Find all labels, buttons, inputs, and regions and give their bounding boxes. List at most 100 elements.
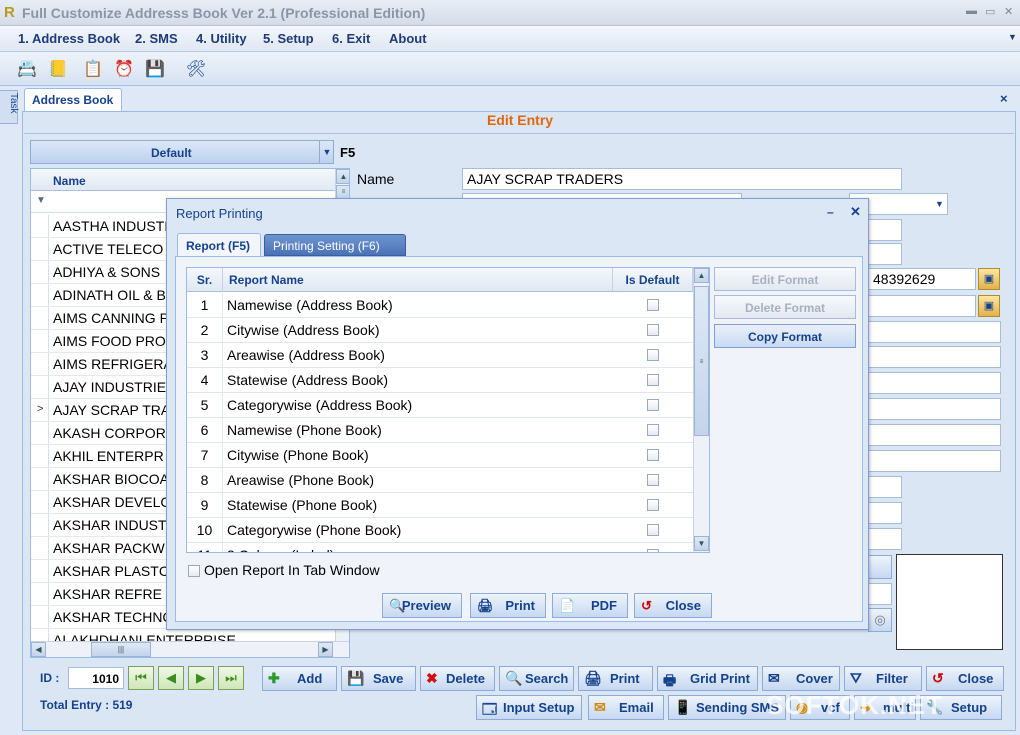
scroll-right-icon[interactable]: ▶ <box>318 642 333 657</box>
row-selector[interactable] <box>31 330 49 352</box>
grid-header[interactable]: Name <box>31 169 335 191</box>
field-12[interactable] <box>868 424 1001 446</box>
delete-format-button[interactable]: Delete Format <box>714 295 856 319</box>
alarm-clock-icon[interactable]: ⏰ <box>111 56 137 82</box>
row-selector[interactable] <box>31 215 49 237</box>
row-selector[interactable] <box>31 261 49 283</box>
search-button[interactable]: 🔍 Search <box>499 666 574 691</box>
menu-overflow-icon[interactable]: ▼ <box>1008 32 1017 42</box>
phone-book-icon[interactable]: 📒 <box>45 56 71 82</box>
phone-field[interactable]: 48392629 <box>868 268 976 290</box>
pdf-button[interactable]: 📄 PDF <box>552 593 628 618</box>
report-row[interactable]: 11 3 Column (Label) <box>187 543 693 552</box>
row-selector[interactable] <box>31 514 49 536</box>
scroll-thumb[interactable]: ≡ <box>694 286 709 436</box>
row-selector[interactable] <box>31 422 49 444</box>
prev-record-button[interactable]: ◀ <box>158 666 184 690</box>
edit-format-button[interactable]: Edit Format <box>714 267 856 291</box>
field-10[interactable] <box>868 372 1001 394</box>
save-button[interactable]: 💾 Save <box>341 666 416 691</box>
report-row[interactable]: 4 Statewise (Address Book) <box>187 368 693 393</box>
is-default-checkbox[interactable] <box>647 399 659 411</box>
row-selector[interactable] <box>31 583 49 605</box>
close-window-icon[interactable]: ✕ <box>1004 5 1013 18</box>
row-selector[interactable] <box>31 353 49 375</box>
is-default-checkbox[interactable] <box>647 549 659 552</box>
tools-icon[interactable]: 🛠 <box>183 56 209 82</box>
is-default-checkbox[interactable] <box>647 299 659 311</box>
tab-address-book[interactable]: Address Book <box>24 88 122 112</box>
field-5[interactable] <box>868 243 902 265</box>
chevron-down-icon[interactable]: ▼ <box>319 141 334 163</box>
field-8[interactable] <box>868 321 1001 343</box>
report-row[interactable]: 2 Citywise (Address Book) <box>187 318 693 343</box>
col-is-default[interactable]: Is Default <box>613 268 693 292</box>
next-record-button[interactable]: ▶ <box>188 666 214 690</box>
dialog-close-icon[interactable]: ✕ <box>850 204 861 220</box>
photo-box[interactable] <box>896 554 1003 650</box>
menu-about[interactable]: About <box>389 31 427 46</box>
report-row[interactable]: 5 Categorywise (Address Book) <box>187 393 693 418</box>
row-selector[interactable] <box>31 606 49 628</box>
field-16[interactable] <box>868 528 902 550</box>
open-in-tab-checkbox[interactable] <box>188 565 200 577</box>
row-selector[interactable] <box>31 376 49 398</box>
grid-horizontal-scrollbar[interactable]: ◀ ||| ▶ <box>31 641 349 657</box>
delete-button[interactable]: ✖ Delete <box>420 666 495 691</box>
tab-report[interactable]: Report (F5) <box>177 233 261 257</box>
input-setup-button[interactable]: 🗔 Input Setup <box>476 695 582 720</box>
field-9[interactable] <box>868 346 1001 368</box>
row-selector[interactable] <box>31 445 49 467</box>
scroll-up-icon[interactable]: ▲ <box>336 169 349 184</box>
row-selector[interactable] <box>31 491 49 513</box>
report-grid-scrollbar[interactable]: ▲ ≡ ▼ <box>693 268 709 552</box>
field-11[interactable] <box>868 398 1001 420</box>
menu-utility[interactable]: 4. Utility <box>196 31 247 46</box>
report-row[interactable]: 7 Citywise (Phone Book) <box>187 443 693 468</box>
dialog-close-button[interactable]: ↺ Close <box>634 593 712 618</box>
report-row[interactable]: 6 Namewise (Phone Book) <box>187 418 693 443</box>
menu-exit[interactable]: 6. Exit <box>332 31 370 46</box>
close-main-button[interactable]: ↺ Close <box>926 666 1004 691</box>
print-button[interactable]: 🖨 Print <box>470 593 546 618</box>
row-selector[interactable] <box>31 284 49 306</box>
notepad-icon[interactable]: 📋 <box>80 56 106 82</box>
grid-print-button[interactable]: 🖶 Grid Print <box>657 666 758 691</box>
backup-icon[interactable]: 💾 <box>142 56 168 82</box>
scroll-down-icon[interactable]: ▼ <box>694 536 709 551</box>
report-row[interactable]: 3 Areawise (Address Book) <box>187 343 693 368</box>
is-default-checkbox[interactable] <box>647 449 659 461</box>
last-record-button[interactable]: ⏭ <box>218 666 244 690</box>
row-selector[interactable] <box>31 468 49 490</box>
field-7[interactable] <box>868 295 976 317</box>
col-sr[interactable]: Sr. <box>187 268 223 292</box>
row-selector[interactable]: > <box>31 399 49 421</box>
email-button[interactable]: ✉ Email <box>588 695 664 720</box>
report-row[interactable]: 10 Categorywise (Phone Book) <box>187 518 693 543</box>
menu-setup[interactable]: 5. Setup <box>263 31 314 46</box>
add-button[interactable]: ✚ Add <box>262 666 337 691</box>
dialog-minimize-icon[interactable]: – <box>827 205 834 219</box>
is-default-checkbox[interactable] <box>647 424 659 436</box>
close-tab-icon[interactable]: × <box>1000 91 1008 106</box>
maximize-icon[interactable]: ▭ <box>985 5 995 18</box>
is-default-checkbox[interactable] <box>647 474 659 486</box>
report-row[interactable]: 9 Statewise (Phone Book) <box>187 493 693 518</box>
menu-address-book[interactable]: 1. Address Book <box>18 31 120 46</box>
is-default-checkbox[interactable] <box>647 374 659 386</box>
field-14[interactable] <box>868 476 902 498</box>
id-field[interactable]: 1010 <box>68 667 124 689</box>
minimize-icon[interactable]: ▬ <box>966 5 977 17</box>
scroll-thumb[interactable]: ≡ <box>336 185 349 199</box>
camera-icon[interactable]: ◎ <box>868 608 892 632</box>
print-main-button[interactable]: 🖨 Print <box>578 666 653 691</box>
address-card-icon[interactable]: 📇 <box>14 56 40 82</box>
phone-lookup-button[interactable]: ▣ <box>978 268 1000 290</box>
row-selector[interactable] <box>31 307 49 329</box>
field-13[interactable] <box>868 450 1001 472</box>
field-lookup-button[interactable]: ▣ <box>978 295 1000 317</box>
scroll-up-icon[interactable]: ▲ <box>694 268 709 283</box>
is-default-checkbox[interactable] <box>647 524 659 536</box>
copy-format-button[interactable]: Copy Format <box>714 324 856 348</box>
scroll-left-icon[interactable]: ◀ <box>31 642 46 657</box>
